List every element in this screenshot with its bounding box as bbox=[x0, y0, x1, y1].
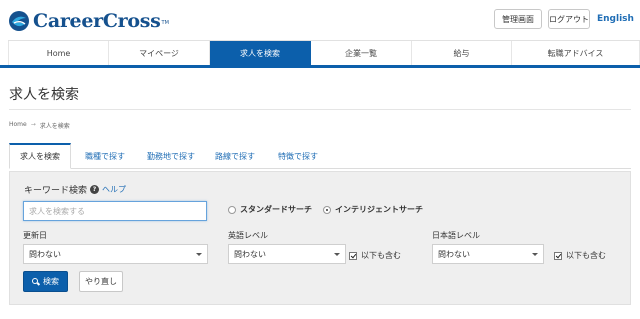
logo-text: CareerCross bbox=[33, 10, 161, 32]
intelligent-search-radio[interactable] bbox=[323, 205, 331, 214]
updated-date-select[interactable]: 問わない bbox=[23, 244, 208, 264]
logout-button[interactable]: ログアウト bbox=[548, 9, 590, 29]
english-include-lower-checkbox[interactable] bbox=[349, 251, 357, 260]
logo-mark-icon bbox=[9, 11, 29, 31]
keyword-search-label: キーワード検索 ? ヘルプ bbox=[24, 183, 126, 196]
standard-search-label[interactable]: スタンダードサーチ bbox=[240, 204, 312, 215]
japanese-level-select-value: 問わない bbox=[438, 249, 470, 259]
logo-trademark: TM bbox=[161, 20, 169, 26]
japanese-include-lower[interactable]: 以下も含む bbox=[554, 250, 606, 261]
main-nav: Home マイページ 求人を検索 企業一覧 給与 転職アドバイス bbox=[8, 40, 640, 66]
tab-by-location[interactable]: 勤務地で探す bbox=[139, 143, 203, 169]
nav-item-career-advice[interactable]: 転職アドバイス bbox=[512, 41, 640, 66]
breadcrumb-separator: → bbox=[30, 121, 36, 128]
english-level-select[interactable]: 問わない bbox=[228, 244, 346, 264]
keyword-search-input[interactable] bbox=[23, 201, 207, 221]
japanese-level-select[interactable]: 問わない bbox=[432, 244, 544, 264]
japanese-level-label: 日本語レベル bbox=[432, 231, 480, 240]
updated-date-select-value: 問わない bbox=[29, 249, 61, 259]
keyword-search-label-text: キーワード検索 bbox=[24, 186, 88, 196]
tab-by-occupation[interactable]: 職種で探す bbox=[75, 143, 135, 169]
japanese-include-lower-label[interactable]: 以下も含む bbox=[566, 250, 606, 261]
careercross-logo[interactable]: CareerCross TM bbox=[8, 9, 169, 33]
intelligent-search-label[interactable]: インテリジェントサーチ bbox=[335, 204, 423, 215]
help-link[interactable]: ヘルプ bbox=[102, 184, 126, 195]
english-level-label: 英語レベル bbox=[228, 231, 268, 240]
breadcrumb-home[interactable]: Home bbox=[9, 121, 27, 130]
search-tabs: 求人を検索 職種で探す 勤務地で探す 路線で探す 特徴で探す bbox=[9, 143, 631, 169]
reset-button[interactable]: やり直し bbox=[79, 271, 123, 292]
search-button-label: 検索 bbox=[43, 277, 59, 286]
english-include-lower[interactable]: 以下も含む bbox=[349, 250, 401, 261]
chevron-down-icon bbox=[196, 253, 202, 256]
english-include-lower-label[interactable]: 以下も含む bbox=[361, 250, 401, 261]
nav-underline bbox=[0, 65, 640, 68]
chevron-down-icon bbox=[334, 253, 340, 256]
standard-search-radio[interactable] bbox=[228, 205, 236, 214]
help-icon[interactable]: ? bbox=[90, 185, 100, 194]
nav-item-home[interactable]: Home bbox=[8, 41, 109, 66]
page-title: 求人を検索 bbox=[9, 87, 79, 103]
search-panel: キーワード検索 ? ヘルプ スタンダードサーチ インテリジェントサーチ 更新日 … bbox=[9, 171, 631, 305]
english-link[interactable]: English bbox=[597, 14, 634, 24]
nav-item-company-list[interactable]: 企業一覧 bbox=[311, 41, 412, 66]
tab-by-feature[interactable]: 特徴で探す bbox=[267, 143, 329, 169]
admin-button[interactable]: 管理画面 bbox=[494, 9, 542, 29]
search-mode-group: スタンダードサーチ インテリジェントサーチ bbox=[228, 204, 423, 215]
chevron-down-icon bbox=[532, 253, 538, 256]
search-button[interactable]: 検索 bbox=[23, 271, 68, 292]
english-level-select-value: 問わない bbox=[234, 249, 266, 259]
breadcrumb: Home → 求人を検索 bbox=[9, 121, 70, 130]
search-icon bbox=[32, 277, 40, 286]
site-header: CareerCross TM 管理画面 ログアウト English bbox=[0, 0, 640, 40]
tab-by-train-line[interactable]: 路線で探す bbox=[207, 143, 263, 169]
tab-job-search[interactable]: 求人を検索 bbox=[9, 143, 71, 169]
nav-item-mypage[interactable]: マイページ bbox=[109, 41, 210, 66]
japanese-include-lower-checkbox[interactable] bbox=[554, 251, 562, 260]
nav-item-salary[interactable]: 給与 bbox=[412, 41, 512, 66]
breadcrumb-current: 求人を検索 bbox=[39, 123, 70, 130]
updated-date-label: 更新日 bbox=[23, 231, 47, 240]
title-divider bbox=[9, 109, 631, 110]
nav-item-job-search[interactable]: 求人を検索 bbox=[210, 41, 311, 66]
